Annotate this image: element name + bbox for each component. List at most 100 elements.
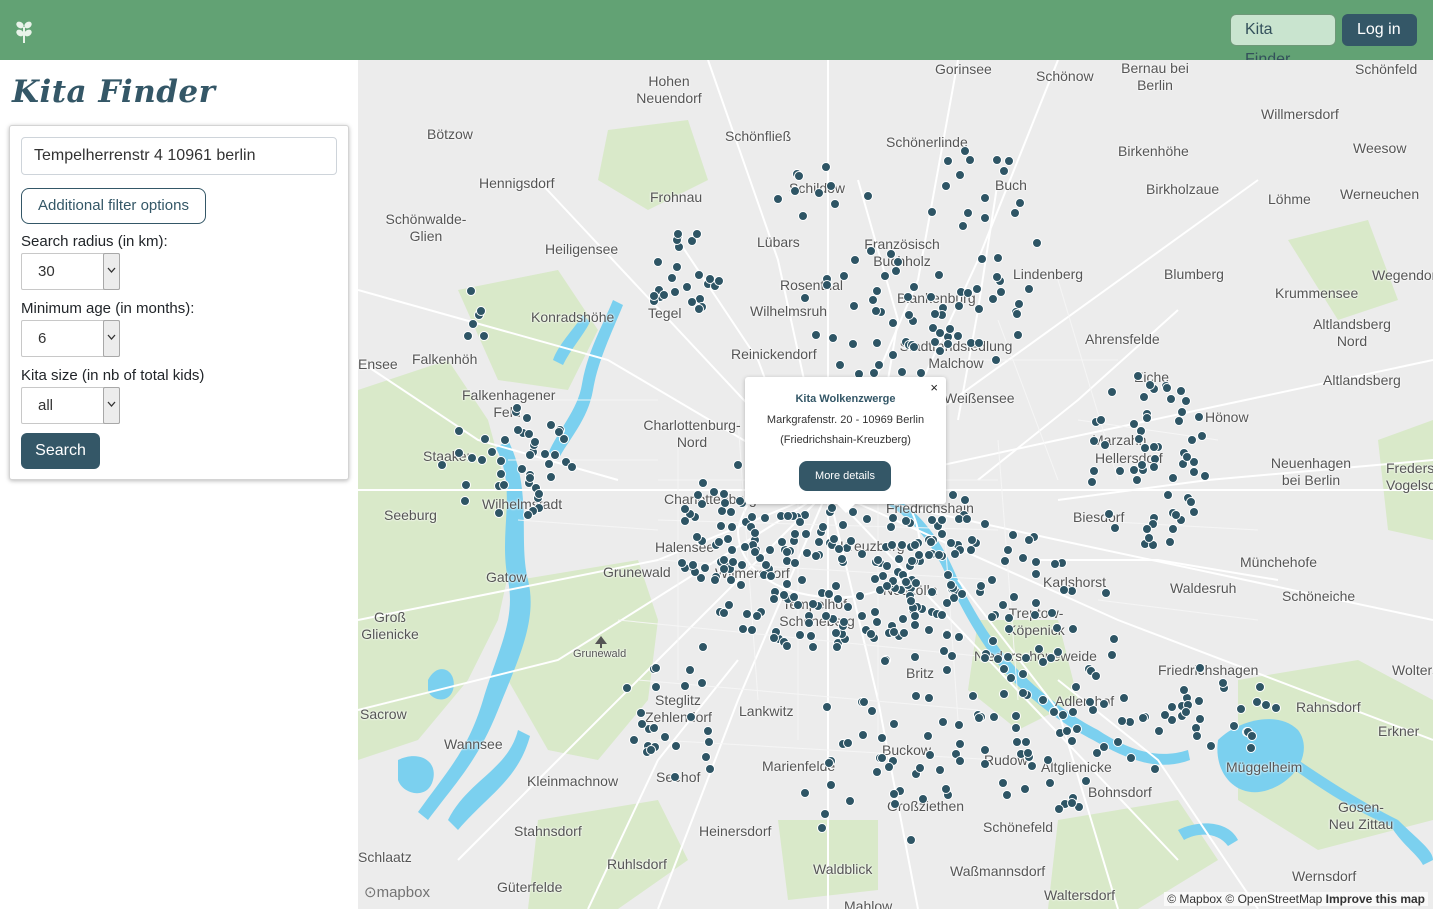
kita-marker[interactable] <box>947 489 958 500</box>
kita-marker[interactable] <box>988 711 999 722</box>
kita-marker[interactable] <box>987 636 998 647</box>
kita-marker[interactable] <box>1053 803 1064 814</box>
kita-marker[interactable] <box>888 626 899 637</box>
kita-marker[interactable] <box>966 544 977 555</box>
kita-marker[interactable] <box>827 332 838 343</box>
kita-marker[interactable] <box>995 286 1006 297</box>
kita-marker[interactable] <box>935 327 946 338</box>
kita-marker[interactable] <box>719 497 730 508</box>
size-select[interactable]: all <box>21 387 120 424</box>
kita-marker[interactable] <box>637 718 648 729</box>
kita-marker[interactable] <box>1186 434 1197 445</box>
kita-marker[interactable] <box>1043 754 1054 765</box>
kita-marker[interactable] <box>1031 237 1042 248</box>
kita-marker[interactable] <box>498 480 509 491</box>
kita-marker[interactable] <box>658 289 669 300</box>
kita-marker[interactable] <box>1099 439 1110 450</box>
kita-marker[interactable] <box>1080 775 1091 786</box>
kita-marker[interactable] <box>865 628 876 639</box>
kita-marker[interactable] <box>871 338 882 349</box>
kita-marker[interactable] <box>1228 720 1239 731</box>
kita-marker[interactable] <box>1132 370 1143 381</box>
kita-marker[interactable] <box>496 455 507 466</box>
nav-kita-finder-button[interactable]: Kita Finder <box>1230 14 1336 68</box>
kita-marker[interactable] <box>1160 709 1171 720</box>
kita-marker[interactable] <box>842 738 853 749</box>
improve-map-link[interactable]: Improve this map <box>1326 892 1425 906</box>
kita-marker[interactable] <box>925 291 936 302</box>
kita-marker[interactable] <box>954 631 965 642</box>
kita-marker[interactable] <box>834 359 845 370</box>
kita-marker[interactable] <box>979 653 990 664</box>
kita-marker[interactable] <box>887 318 898 329</box>
kita-marker[interactable] <box>937 528 948 539</box>
kita-marker[interactable] <box>942 338 953 349</box>
kita-marker[interactable] <box>523 428 534 439</box>
kita-marker[interactable] <box>1106 649 1117 660</box>
kita-marker[interactable] <box>681 282 692 293</box>
kita-marker[interactable] <box>783 510 794 521</box>
kita-marker[interactable] <box>543 459 554 470</box>
kita-marker[interactable] <box>650 662 661 673</box>
mapbox-logo[interactable]: ⊙mapbox <box>364 883 430 901</box>
chevron-down-icon[interactable] <box>103 253 120 290</box>
kita-marker[interactable] <box>708 486 719 497</box>
kita-marker[interactable] <box>727 544 738 555</box>
chevron-down-icon[interactable] <box>103 387 120 424</box>
kita-marker[interactable] <box>1246 730 1257 741</box>
age-select[interactable]: 6 <box>21 320 120 357</box>
additional-filter-button[interactable]: Additional filter options <box>21 188 206 224</box>
kita-marker[interactable] <box>856 611 867 621</box>
kita-marker[interactable] <box>676 557 687 568</box>
kita-marker[interactable] <box>1103 508 1114 519</box>
kita-marker[interactable] <box>825 779 836 790</box>
kita-marker[interactable] <box>732 459 743 470</box>
kita-marker[interactable] <box>820 162 831 173</box>
kita-marker[interactable] <box>1162 489 1173 500</box>
kita-marker[interactable] <box>713 536 724 547</box>
kita-marker[interactable] <box>696 499 707 510</box>
kita-marker[interactable] <box>1131 474 1142 485</box>
kita-marker[interactable] <box>709 574 720 585</box>
kita-marker[interactable] <box>889 718 900 729</box>
kita-marker[interactable] <box>820 610 831 621</box>
kita-marker[interactable] <box>831 641 842 652</box>
kita-marker[interactable] <box>923 625 934 636</box>
kita-marker[interactable] <box>800 292 811 303</box>
kita-marker[interactable] <box>462 330 473 341</box>
kita-marker[interactable] <box>974 303 985 314</box>
kita-marker[interactable] <box>838 519 849 530</box>
kita-marker[interactable] <box>496 468 507 479</box>
kita-marker[interactable] <box>940 783 951 794</box>
kita-marker[interactable] <box>924 549 935 560</box>
kita-marker[interactable] <box>651 681 662 692</box>
kita-marker[interactable] <box>701 751 712 762</box>
kita-marker[interactable] <box>807 641 818 652</box>
kita-marker[interactable] <box>999 555 1010 566</box>
kita-marker[interactable] <box>881 580 892 591</box>
kita-marker[interactable] <box>993 653 1004 664</box>
kita-marker[interactable] <box>869 574 880 585</box>
kita-marker[interactable] <box>1071 724 1082 735</box>
kita-marker[interactable] <box>1254 681 1265 692</box>
kita-marker[interactable] <box>979 759 990 770</box>
kita-marker[interactable] <box>973 338 984 349</box>
kita-marker[interactable] <box>1126 752 1137 763</box>
kita-marker[interactable] <box>797 574 808 585</box>
kita-marker[interactable] <box>887 349 898 360</box>
kita-marker[interactable] <box>910 690 921 701</box>
address-input[interactable]: Tempelherrenstr 4 10961 berlin <box>21 137 337 175</box>
kita-marker[interactable] <box>1270 702 1281 713</box>
kita-marker[interactable] <box>794 629 805 640</box>
kita-marker[interactable] <box>881 560 892 571</box>
kita-marker[interactable] <box>907 555 918 566</box>
kita-marker[interactable] <box>671 262 682 273</box>
kita-marker[interactable] <box>1002 545 1013 556</box>
kita-marker[interactable] <box>669 771 680 782</box>
kita-marker[interactable] <box>936 514 947 525</box>
kita-marker[interactable] <box>993 252 1004 263</box>
kita-marker[interactable] <box>1182 451 1193 462</box>
kita-marker[interactable] <box>910 651 921 662</box>
more-details-button[interactable]: More details <box>799 461 891 491</box>
kita-marker[interactable] <box>1138 712 1149 723</box>
